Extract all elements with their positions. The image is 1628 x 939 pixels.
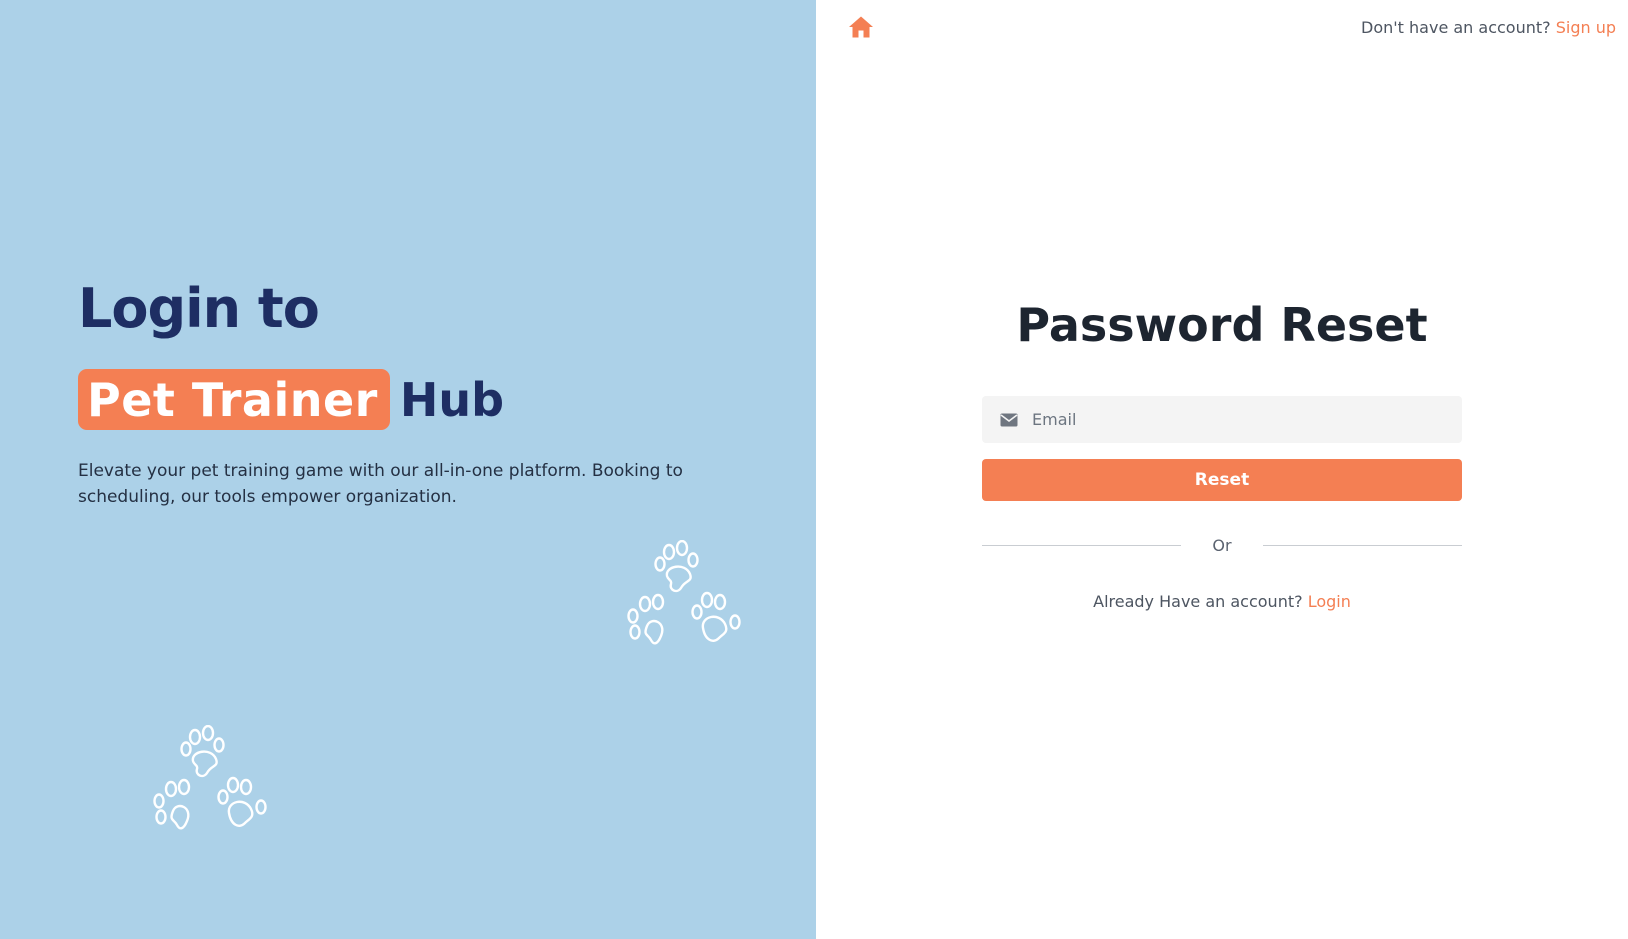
paw-print-left [153, 778, 191, 830]
hero-title-highlight: Pet Trainer [78, 369, 390, 430]
signup-link[interactable]: Sign up [1556, 18, 1616, 37]
divider-text: Or [1212, 535, 1232, 555]
paw-print-top [654, 540, 699, 593]
paw-print-right [691, 591, 741, 642]
home-icon [849, 16, 873, 38]
login-prompt-row: Already Have an account? Login [816, 592, 1628, 611]
signup-prompt-row: Don't have an account? Sign up [1361, 18, 1616, 37]
paw-prints-icon [627, 540, 741, 645]
envelope-icon [1000, 413, 1018, 426]
paw-print-top [180, 725, 225, 778]
hero-description: Elevate your pet training game with our … [78, 461, 683, 507]
hero-title-suffix: Hub [399, 372, 505, 427]
hero-title-line2: Pet Trainer Hub [78, 369, 504, 430]
login-link[interactable]: Login [1308, 592, 1351, 611]
page-title: Password Reset [1016, 298, 1428, 352]
email-input[interactable] [1032, 410, 1462, 429]
paw-print-left [627, 593, 665, 645]
login-prompt: Already Have an account? [1093, 592, 1308, 611]
or-divider: Or [982, 535, 1462, 555]
reset-button[interactable]: Reset [982, 459, 1462, 501]
hero-title-line1: Login to [78, 277, 320, 340]
paw-prints-icon [153, 725, 267, 830]
paw-print-right [217, 776, 267, 827]
left-panel: Login to Pet Trainer Hub Elevate your pe… [0, 0, 816, 939]
divider-line-left [982, 544, 1181, 546]
signup-prompt: Don't have an account? [1361, 18, 1556, 37]
right-panel: Don't have an account? Sign up Password … [816, 0, 1628, 939]
divider-line-right [1263, 544, 1462, 546]
home-link[interactable] [848, 15, 874, 39]
email-field[interactable] [982, 396, 1462, 443]
